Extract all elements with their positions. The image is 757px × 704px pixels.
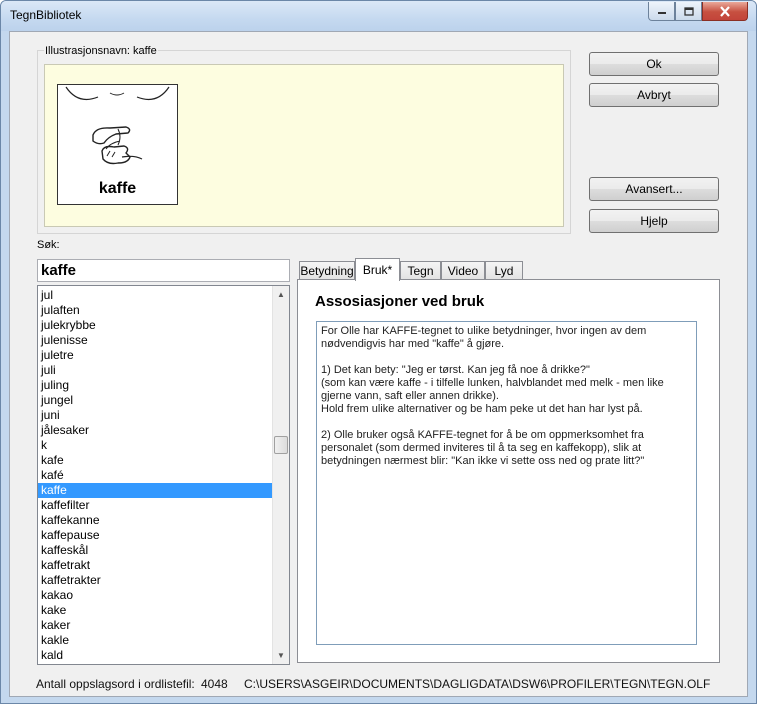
- list-item[interactable]: kaffeskål: [38, 543, 272, 558]
- sign-card-word: kaffe: [98, 180, 137, 197]
- list-item[interactable]: juletre: [38, 348, 272, 363]
- minimize-button[interactable]: [648, 2, 675, 21]
- tab-video[interactable]: Video: [441, 261, 485, 280]
- cancel-button[interactable]: Avbryt: [589, 83, 719, 107]
- tab-tegn[interactable]: Tegn: [400, 261, 441, 280]
- advanced-button[interactable]: Avansert...: [589, 177, 719, 201]
- wordlist-file-path: C:\USERS\ASGEIR\DOCUMENTS\DAGLIGDATA\DSW…: [244, 677, 711, 691]
- list-item[interactable]: kaffetrakt: [38, 558, 272, 573]
- list-item[interactable]: kaffetrakter: [38, 573, 272, 588]
- scroll-up-icon[interactable]: ▲: [273, 286, 289, 303]
- entry-count-value: 4048: [201, 677, 228, 691]
- list-item[interactable]: kafé: [38, 468, 272, 483]
- list-item[interactable]: kakao: [38, 588, 272, 603]
- usage-text-area[interactable]: For Olle har KAFFE-tegnet to ulike betyd…: [316, 321, 697, 645]
- list-item[interactable]: juli: [38, 363, 272, 378]
- panel-heading: Assosiasjoner ved bruk: [315, 293, 485, 310]
- app-window: TegnBibliotek Illustrasjonsnavn: kaffe k…: [0, 0, 757, 704]
- list-item[interactable]: kaffe: [38, 483, 272, 498]
- word-list[interactable]: jul julaften julekrybbe julenisse juletre jul…: [37, 285, 290, 665]
- usage-paragraph: 2) Olle bruker også KAFFE-tegnet for å b…: [321, 429, 645, 467]
- list-item[interactable]: jungel: [38, 393, 272, 408]
- tab-lyd[interactable]: Lyd: [485, 261, 523, 280]
- usage-paragraph: 1) Det kan bety: "Jeg er tørst. Kan jeg …: [321, 364, 664, 415]
- tab-panel-bruk: Assosiasjoner ved bruk For Olle har KAFF…: [297, 279, 720, 663]
- list-item[interactable]: jålesaker: [38, 423, 272, 438]
- ok-button[interactable]: Ok: [589, 52, 719, 76]
- list-item[interactable]: kakle: [38, 633, 272, 648]
- help-button[interactable]: Hjelp: [589, 209, 719, 233]
- list-item[interactable]: kaffekanne: [38, 513, 272, 528]
- list-item[interactable]: kaker: [38, 618, 272, 633]
- list-item[interactable]: jul: [38, 288, 272, 303]
- title-bar[interactable]: TegnBibliotek: [1, 1, 756, 31]
- list-item[interactable]: kald: [38, 648, 272, 663]
- list-item[interactable]: kafe: [38, 453, 272, 468]
- list-item[interactable]: kaffepause: [38, 528, 272, 543]
- usage-paragraph: For Olle har KAFFE-tegnet to ulike betyd…: [321, 325, 647, 350]
- scroll-thumb[interactable]: [274, 436, 288, 454]
- scroll-down-icon[interactable]: ▼: [273, 647, 289, 664]
- close-icon: [720, 5, 730, 17]
- entry-count-label: Antall oppslagsord i ordlistefil:: [36, 677, 195, 691]
- list-item[interactable]: julaften: [38, 303, 272, 318]
- list-item[interactable]: julekrybbe: [38, 318, 272, 333]
- list-item[interactable]: kaffefilter: [38, 498, 272, 513]
- illustration-name-label: Illustrasjonsnavn: kaffe: [44, 45, 158, 57]
- list-item[interactable]: juling: [38, 378, 272, 393]
- illustration-group: Illustrasjonsnavn: kaffe kaffe: [37, 45, 571, 234]
- sign-illustration-icon: [65, 86, 170, 165]
- tab-betydning[interactable]: Betydning: [299, 261, 355, 280]
- minimize-icon: [657, 12, 666, 14]
- tab-bruk[interactable]: Bruk*: [355, 258, 400, 281]
- close-button[interactable]: [702, 2, 748, 21]
- search-input[interactable]: kaffe: [37, 259, 290, 282]
- list-item[interactable]: juni: [38, 408, 272, 423]
- search-label: Søk:: [37, 239, 60, 251]
- sign-card[interactable]: kaffe: [57, 84, 178, 205]
- maximize-icon: [683, 6, 694, 16]
- maximize-button[interactable]: [675, 2, 702, 21]
- client-area: Illustrasjonsnavn: kaffe kaffe Ok Avbryt…: [9, 31, 748, 697]
- list-item[interactable]: kake: [38, 603, 272, 618]
- list-item[interactable]: julenisse: [38, 333, 272, 348]
- list-item[interactable]: k: [38, 438, 272, 453]
- illustration-area: kaffe: [44, 64, 564, 227]
- window-title: TegnBibliotek: [10, 8, 82, 22]
- word-list-scrollbar[interactable]: ▲ ▼: [272, 286, 289, 664]
